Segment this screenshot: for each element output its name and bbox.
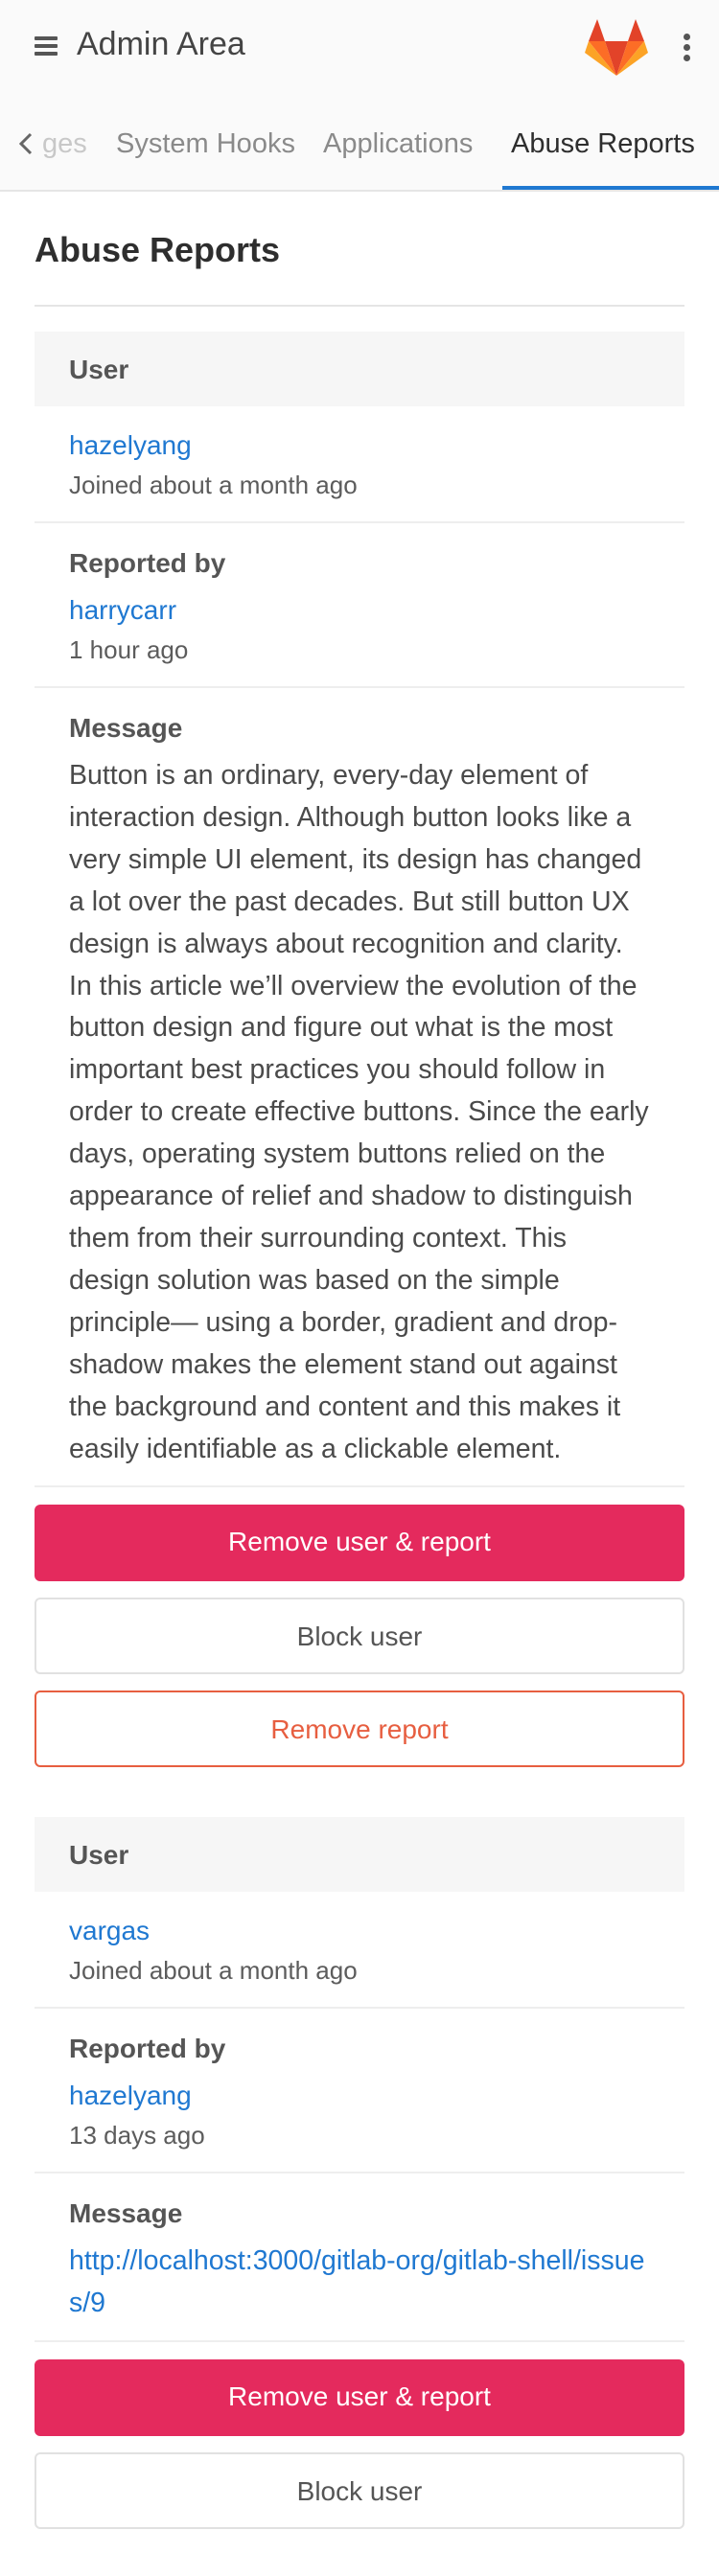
top-header: Admin Area [0,0,719,94]
abuse-report: User hazelyang Joined about a month ago … [35,332,684,1768]
tab-system-hooks[interactable]: System Hooks [116,128,295,160]
remove-report-button[interactable]: Remove report [35,1690,684,1768]
admin-nav-tabs: ges System Hooks Applications Abuse Repo… [0,94,719,192]
reporter-cell: Reported by harrycarr 1 hour ago [35,523,684,688]
report-message: Button is an ordinary, every-day element… [69,760,649,1464]
reported-by-label: Reported by [69,548,226,578]
chevron-left-icon[interactable] [17,132,36,155]
reported-user-link[interactable]: vargas [69,1911,650,1951]
reporter-link[interactable]: hazelyang [69,2076,650,2116]
reported-user-cell: vargas Joined about a month ago [35,1892,684,2010]
block-user-button[interactable]: Block user [35,1598,684,1675]
message-label: Message [69,2198,183,2229]
remove-user-and-report-button[interactable]: Remove user & report [35,1505,684,1582]
hamburger-menu-icon[interactable] [35,36,58,56]
reported-time: 13 days ago [69,2121,205,2150]
reported-user-link[interactable]: hazelyang [69,426,650,466]
reported-time: 1 hour ago [69,635,189,664]
tab-messages-partial[interactable]: ges [42,128,87,160]
user-joined-text: Joined about a month ago [69,1956,358,1986]
user-column-header: User [35,332,684,406]
active-tab-indicator [502,186,719,190]
main-content: Abuse Reports User hazelyang Joined abou… [0,192,719,2530]
reported-by-label: Reported by [69,2034,226,2064]
remove-user-and-report-button[interactable]: Remove user & report [35,2359,684,2437]
tab-applications[interactable]: Applications [323,128,473,160]
message-label: Message [69,713,183,743]
abuse-report: User vargas Joined about a month ago Rep… [35,1817,684,2530]
message-cell: Message http://localhost:3000/gitlab-org… [35,2174,684,2343]
reporter-link[interactable]: harrycarr [69,590,650,631]
tab-abuse-reports[interactable]: Abuse Reports [511,128,695,160]
reporter-cell: Reported by hazelyang 13 days ago [35,2009,684,2174]
user-column-header: User [35,1817,684,1893]
more-options-icon[interactable] [681,33,692,61]
report-message-link[interactable]: http://localhost:3000/gitlab-org/gitlab-… [69,2241,650,2325]
user-joined-text: Joined about a month ago [69,471,358,499]
gitlab-logo[interactable] [585,17,648,77]
block-user-button[interactable]: Block user [35,2452,684,2530]
page-title: Abuse Reports [35,192,684,307]
app-title: Admin Area [77,26,245,62]
reported-user-cell: hazelyang Joined about a month ago [35,406,684,523]
message-cell: Message Button is an ordinary, every-day… [35,688,684,1488]
